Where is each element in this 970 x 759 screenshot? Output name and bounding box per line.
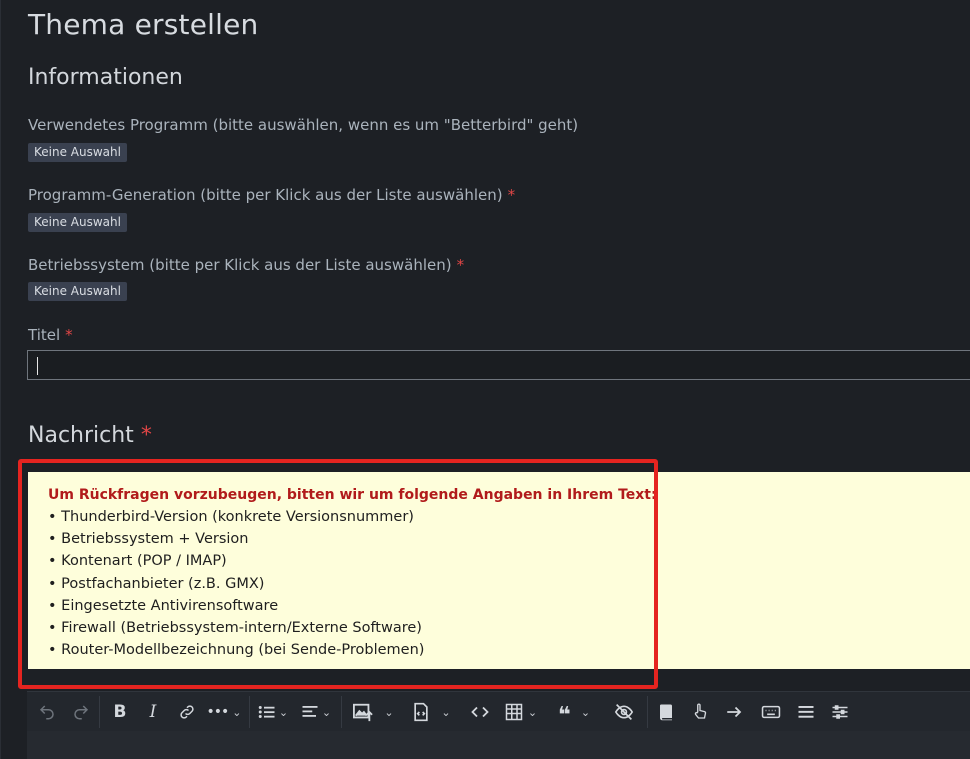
required-marker: * — [507, 186, 516, 204]
more-icon[interactable]: ••• ⌄ — [207, 692, 242, 732]
arrow-right-icon[interactable] — [722, 692, 746, 732]
information-heading: Informationen — [28, 65, 183, 90]
insert-image-icon[interactable]: ⌄ — [349, 692, 397, 732]
toolbar-separator — [249, 696, 250, 728]
code-icon[interactable] — [467, 692, 493, 732]
program-field-label: Verwendetes Programm (bitte auswählen, w… — [28, 116, 579, 134]
link-icon[interactable] — [175, 692, 199, 732]
message-editor[interactable] — [27, 731, 970, 759]
list-icon[interactable]: ⌄ — [255, 692, 291, 732]
title-input[interactable] — [27, 350, 970, 380]
required-marker: * — [456, 256, 465, 274]
highlight-annotation-box — [18, 459, 658, 689]
redo-icon[interactable] — [69, 692, 93, 732]
menu-icon[interactable] — [794, 692, 818, 732]
os-field-label: Betriebssystem (bitte per Klick aus der … — [28, 256, 465, 274]
italic-icon[interactable]: I — [143, 692, 163, 732]
settings-sliders-icon[interactable] — [828, 692, 852, 732]
undo-icon[interactable] — [35, 692, 59, 732]
generation-field-label: Programm-Generation (bitte per Klick aus… — [28, 186, 516, 204]
required-marker: * — [140, 423, 152, 448]
text-caret — [37, 357, 38, 375]
message-heading: Nachricht * — [28, 423, 152, 448]
hide-icon[interactable] — [611, 692, 637, 732]
program-select-value[interactable]: Keine Auswahl — [28, 143, 127, 162]
bold-icon[interactable]: B — [109, 692, 131, 732]
generation-select-value[interactable]: Keine Auswahl — [28, 213, 127, 232]
toolbar-separator — [99, 696, 100, 728]
hand-pointer-icon[interactable] — [689, 692, 711, 732]
table-icon[interactable]: ⌄ — [501, 692, 541, 732]
title-field-label: Titel * — [28, 326, 73, 344]
toolbar-separator — [647, 696, 648, 728]
keyboard-icon[interactable] — [758, 692, 784, 732]
toolbar-separator — [341, 696, 342, 728]
required-marker: * — [65, 326, 73, 344]
book-icon[interactable] — [655, 692, 677, 732]
page-edge — [0, 0, 1, 759]
os-select-value[interactable]: Keine Auswahl — [28, 282, 127, 301]
editor-toolbar: B I ••• ⌄ ⌄ ⌄ ⌄ ⌄ ⌄ ❝ ⌄ — [27, 691, 970, 731]
insert-template-icon[interactable]: ⌄ — [407, 692, 455, 732]
align-icon[interactable]: ⌄ — [298, 692, 334, 732]
page-title: Thema erstellen — [28, 8, 259, 41]
quote-icon[interactable]: ❝ ⌄ — [551, 692, 597, 732]
